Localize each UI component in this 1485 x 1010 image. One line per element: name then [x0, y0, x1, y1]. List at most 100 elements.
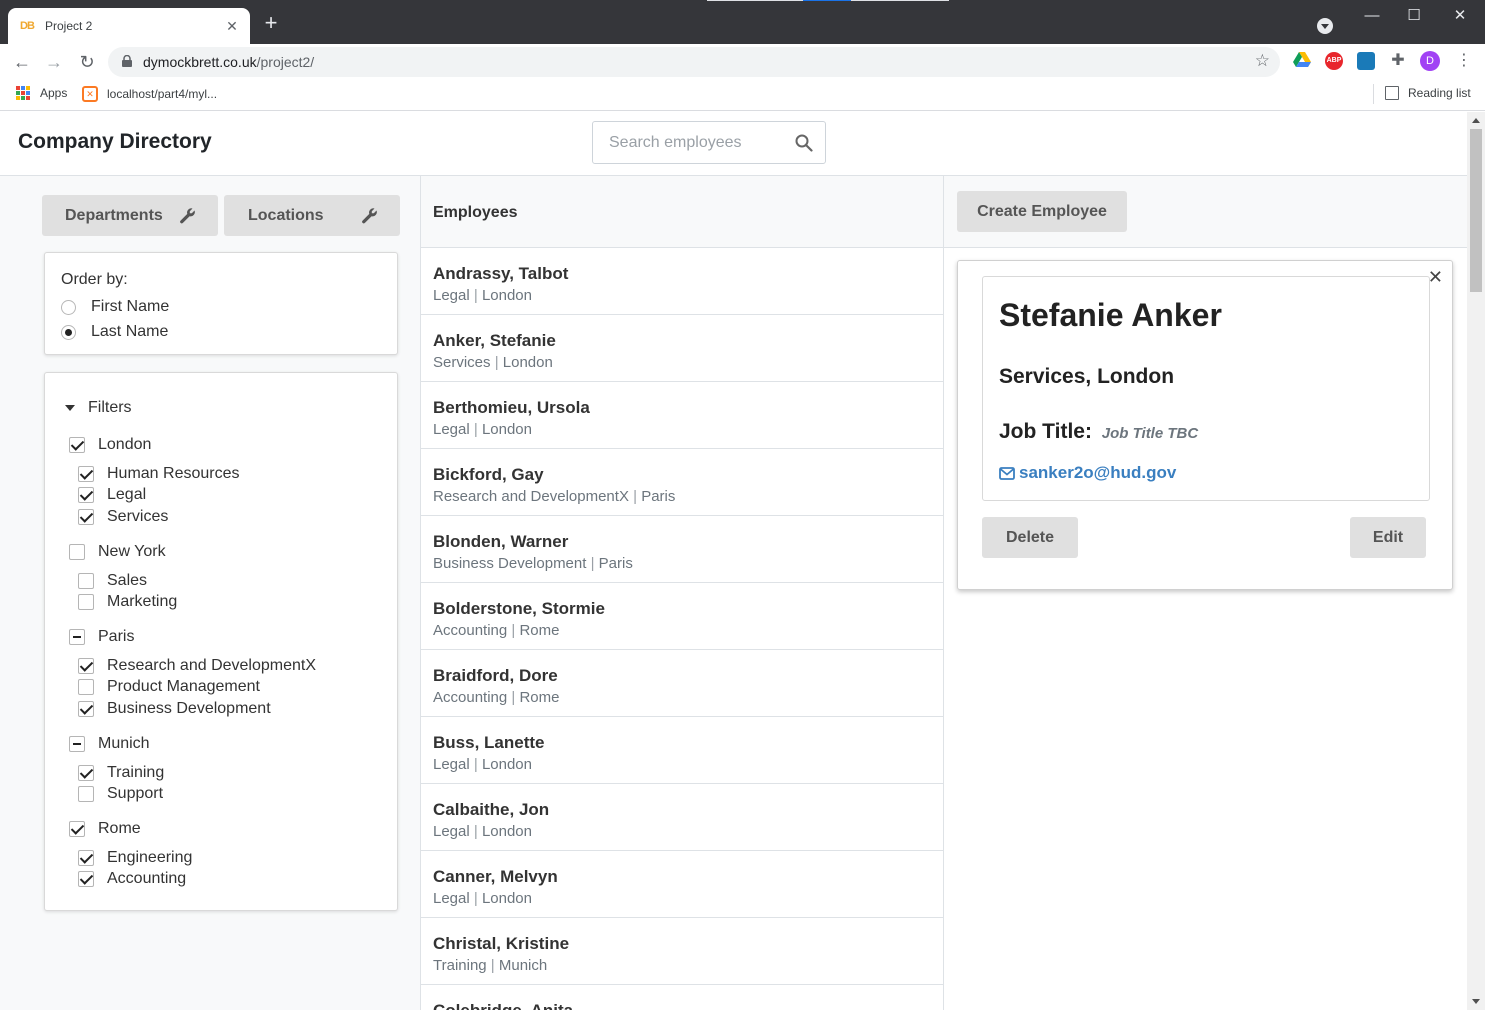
filter-dept[interactable]: Services [78, 507, 168, 527]
new-tab-icon[interactable]: + [260, 12, 282, 34]
filter-location-paris[interactable]: Paris [69, 627, 134, 647]
bookmark-apps[interactable]: Apps [16, 86, 67, 100]
address-bar[interactable]: dymockbrett.co.uk/project2/ ☆ [108, 47, 1280, 77]
tab-search-icon[interactable] [1317, 18, 1333, 34]
departments-button[interactable]: Departments [42, 195, 218, 236]
employee-list-item[interactable]: Calbaithe, Jon Legal | London [421, 784, 943, 851]
search-icon[interactable] [795, 134, 813, 152]
filter-dept[interactable]: Training [78, 763, 164, 783]
google-drive-icon[interactable] [1293, 52, 1311, 70]
delete-button[interactable]: Delete [982, 517, 1078, 558]
filter-location-new-york[interactable]: New York [69, 542, 166, 562]
employee-item-dept-location: Business Development | Paris [433, 555, 633, 572]
checkbox[interactable] [78, 701, 94, 717]
employee-item-department: Legal [433, 823, 470, 840]
checkbox[interactable] [78, 487, 94, 503]
locations-button[interactable]: Locations [224, 195, 400, 236]
employee-detail-card: ✕ Stefanie Anker Services, London Job Ti… [957, 260, 1453, 590]
employee-list-item[interactable]: Bolderstone, Stormie Accounting | Rome [421, 583, 943, 650]
filter-dept[interactable]: Marketing [78, 592, 177, 612]
window-close-icon[interactable]: ✕ [1446, 6, 1474, 26]
edit-button[interactable]: Edit [1350, 517, 1426, 558]
checkbox[interactable] [69, 736, 85, 752]
separator: | [469, 890, 482, 907]
filter-dept[interactable]: Legal [78, 485, 146, 505]
employee-list-item[interactable]: Blonden, Warner Business Development | Pa… [421, 516, 943, 583]
back-icon[interactable]: ← [10, 50, 34, 74]
adblock-plus-icon[interactable]: ABP [1325, 52, 1343, 70]
checkbox[interactable] [78, 871, 94, 887]
checkbox[interactable] [69, 437, 85, 453]
bookmark-star-icon[interactable]: ☆ [1255, 51, 1270, 71]
checkbox[interactable] [78, 594, 94, 610]
bookmark-localhost[interactable]: ✕ localhost/part4/myl... [82, 86, 217, 102]
email-link[interactable]: sanker2o@hud.gov [999, 463, 1176, 483]
create-employee-button[interactable]: Create Employee [957, 191, 1127, 232]
url-path: /project2/ [256, 54, 315, 70]
filter-dept[interactable]: Human Resources [78, 464, 240, 484]
filter-location-munich[interactable]: Munich [69, 734, 150, 754]
checkbox[interactable] [78, 765, 94, 781]
close-icon[interactable]: ✕ [1428, 267, 1443, 288]
browser-toolbar: ← → ↻ dymockbrett.co.uk/project2/ ☆ ABP … [0, 44, 1485, 80]
employee-list-item[interactable]: Christal, Kristine Training | Munich [421, 918, 943, 985]
checkbox[interactable] [78, 573, 94, 589]
scrollbar-thumb[interactable] [1470, 129, 1482, 292]
employee-list-item[interactable]: Braidford, Dore Accounting | Rome [421, 650, 943, 717]
filter-location-london[interactable]: London [69, 435, 151, 455]
browser-menu-icon[interactable]: ⋮ [1456, 50, 1472, 72]
checkbox[interactable] [78, 679, 94, 695]
employee-list-item[interactable]: Canner, Melvyn Legal | London [421, 851, 943, 918]
filters-toggle[interactable]: Filters [65, 399, 132, 417]
reading-list-label: Reading list [1408, 86, 1471, 100]
order-last-name[interactable]: Last Name [61, 322, 168, 342]
filter-dept[interactable]: Sales [78, 571, 147, 591]
search-input[interactable] [594, 123, 784, 162]
employee-list-item[interactable]: Buss, Lanette Legal | London [421, 717, 943, 784]
employee-list-item[interactable]: Berthomieu, Ursola Legal | London [421, 382, 943, 449]
puzzle-extensions-icon[interactable]: ✚ [1389, 52, 1407, 70]
scroll-down-icon[interactable] [1472, 999, 1480, 1004]
checkbox[interactable] [69, 629, 85, 645]
separator: | [586, 555, 599, 572]
employee-item-department: Legal [433, 287, 470, 304]
reading-list-button[interactable]: Reading list [1385, 86, 1471, 100]
checkbox[interactable] [78, 509, 94, 525]
checkbox[interactable] [69, 821, 85, 837]
profile-avatar[interactable]: D [1420, 51, 1440, 71]
maximize-icon[interactable]: ☐ [1400, 6, 1428, 26]
page-scrollbar[interactable] [1467, 112, 1485, 1010]
reading-list-icon [1385, 86, 1399, 100]
checkbox[interactable] [78, 786, 94, 802]
checkbox[interactable] [69, 544, 85, 560]
checkbox[interactable] [78, 850, 94, 866]
tab-close-icon[interactable]: ✕ [224, 18, 240, 35]
filter-dept[interactable]: Support [78, 784, 163, 804]
scroll-up-icon[interactable] [1472, 118, 1480, 123]
employee-list-item[interactable]: Anker, Stefanie Services | London [421, 315, 943, 382]
order-first-name[interactable]: First Name [61, 297, 169, 317]
checkbox[interactable] [78, 466, 94, 482]
filter-dept[interactable]: Engineering [78, 848, 192, 868]
employee-list-item[interactable]: Andrassy, Talbot Legal | London [421, 248, 943, 315]
radio-last-name[interactable] [61, 324, 76, 340]
filter-dept[interactable]: Product Management [78, 677, 260, 697]
forward-icon[interactable]: → [42, 50, 66, 74]
radio-first-name[interactable] [61, 299, 76, 315]
filter-dept[interactable]: Accounting [78, 869, 186, 889]
employee-item-location: London [481, 756, 532, 773]
employee-item-name: Christal, Kristine [433, 934, 570, 953]
filter-dept[interactable]: Business Development [78, 699, 271, 719]
reload-icon[interactable]: ↻ [75, 50, 99, 74]
employee-list-item[interactable]: Bickford, Gay Research and DevelopmentX |… [421, 449, 943, 516]
employee-item-location: Rome [519, 689, 560, 706]
separator: | [490, 354, 503, 371]
employee-list-item[interactable]: Colebridge, Anita [421, 985, 943, 1010]
reader-extension-icon[interactable] [1357, 52, 1375, 70]
filter-dept[interactable]: Research and DevelopmentX [78, 656, 316, 676]
filter-location-rome[interactable]: Rome [69, 819, 141, 839]
checkbox[interactable] [78, 658, 94, 674]
browser-tab[interactable]: DB Project 2 ✕ [8, 8, 250, 44]
employee-item-location: London [481, 823, 532, 840]
minimize-icon[interactable]: — [1358, 6, 1386, 26]
